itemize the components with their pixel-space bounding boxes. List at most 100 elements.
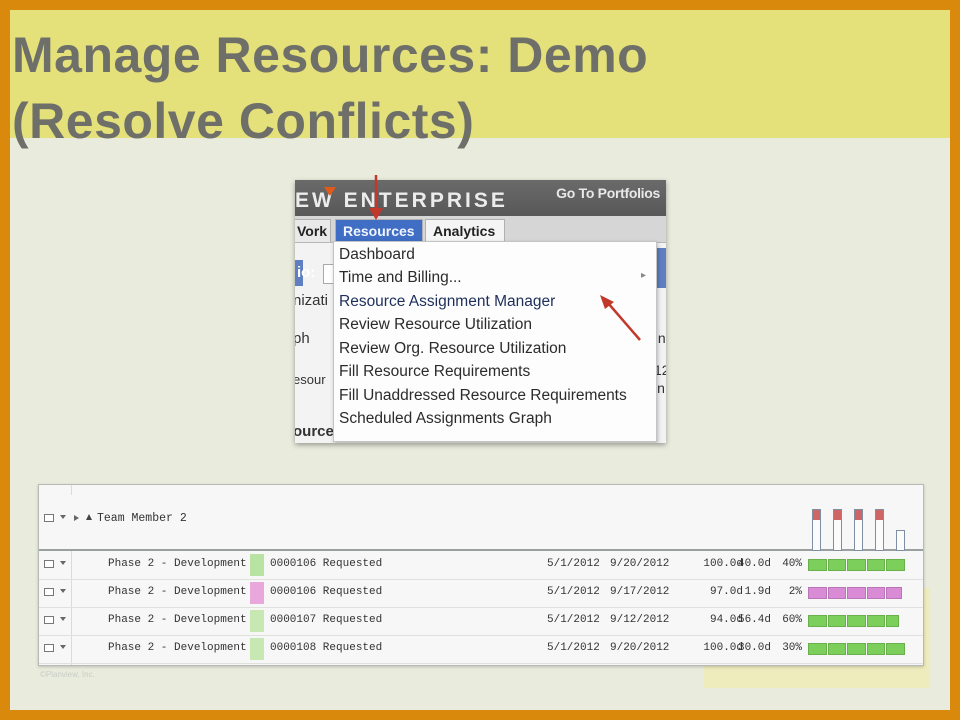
menu-item-time-and-billing[interactable]: Time and Billing... (339, 267, 462, 289)
start-date-cell: 5/1/2012 (547, 558, 600, 570)
row-menu-icon[interactable] (44, 514, 54, 522)
row-dropdown-caret-icon[interactable] (60, 515, 66, 519)
gantt-bar-segment (808, 615, 827, 627)
gantt-bar-segment (866, 587, 886, 599)
gantt-bar-segment (866, 615, 886, 627)
menu-screenshot: EW ENTERPRISE Go To Portfolios Vork Reso… (295, 180, 666, 443)
resource-assignment-table: Team Member 2 Phase 2 - Development 00001… (38, 484, 924, 666)
go-to-portfolios-link[interactable]: Go To Portfolios (556, 185, 660, 201)
percent-complete-cell: 60% (782, 614, 802, 626)
resources-dropdown-menu: Dashboard Time and Billing... ▸ Resource… (333, 241, 657, 442)
finish-date-cell: 9/20/2012 (610, 642, 670, 654)
table-row[interactable]: Phase 2 - Development 0000108 Requested 5/… (39, 635, 923, 664)
gantt-bar (808, 559, 906, 571)
gantt-bar-segment (886, 559, 905, 571)
tab-work[interactable]: Vork (295, 219, 331, 242)
status-color-swatch (250, 554, 264, 576)
table-row[interactable]: Phase 2 - Development 0000106 Requested 5/… (39, 551, 923, 580)
gantt-bar-segment (827, 615, 847, 627)
gantt-bar (808, 643, 906, 655)
menu-item-review-org-resource-utilization[interactable]: Review Org. Resource Utilization (339, 338, 566, 360)
gantt-bar-segment (886, 587, 903, 599)
percent-complete-cell: 2% (788, 586, 802, 598)
phase-cell: Phase 2 - Development (108, 586, 247, 598)
collapse-arrow-icon[interactable] (86, 514, 92, 520)
row-menu-icon[interactable] (44, 644, 54, 652)
gantt-bar-segment (827, 643, 847, 655)
table-row[interactable]: Phase 2 - Development 0000106 Requested 5/… (39, 579, 923, 608)
actual-cell: 30.0d (737, 642, 771, 654)
background-text-fragment: esour (295, 372, 326, 387)
utilization-bar (854, 509, 863, 551)
slide-title-line1: Manage Resources: Demo (12, 27, 649, 83)
row-menu-icon[interactable] (44, 560, 54, 568)
gantt-bar-segment (886, 615, 900, 627)
app-top-bar: EW ENTERPRISE Go To Portfolios (295, 180, 666, 216)
menu-item-scheduled-assignments-graph[interactable]: Scheduled Assignments Graph (339, 408, 552, 430)
gantt-bar-segment (847, 643, 866, 655)
finish-date-cell: 9/17/2012 (610, 586, 670, 598)
copyright-note: ©Planview, Inc. (40, 670, 95, 679)
percent-complete-cell: 30% (782, 642, 802, 654)
row-dropdown-caret-icon[interactable] (60, 617, 66, 621)
actual-cell: 56.4d (737, 614, 771, 626)
actual-cell: 40.0d (737, 558, 771, 570)
menu-item-fill-resource-requirements[interactable]: Fill Resource Requirements (339, 361, 530, 383)
menu-item-fill-unaddressed-requirements[interactable]: Fill Unaddressed Resource Requirements (339, 385, 627, 407)
menu-item-resource-assignment-manager[interactable]: Resource Assignment Manager (339, 291, 555, 313)
slide-title-line2: (Resolve Conflicts) (12, 93, 475, 149)
row-menu-icon[interactable] (44, 616, 54, 624)
gantt-bar-segment (886, 643, 905, 655)
team-member-row[interactable]: Team Member 2 (39, 495, 923, 551)
menu-item-review-resource-utilization[interactable]: Review Resource Utilization (339, 314, 532, 336)
gantt-bar-segment (847, 559, 866, 571)
gantt-bar-segment (808, 559, 827, 571)
gantt-bar-segment (847, 587, 866, 599)
utilization-bar (896, 530, 905, 551)
request-cell: 0000107 Requested (270, 614, 383, 626)
status-color-swatch (250, 610, 264, 632)
over-allocation-marker (813, 510, 820, 520)
over-allocation-marker (834, 510, 841, 520)
request-cell: 0000106 Requested (270, 558, 383, 570)
over-allocation-marker (855, 510, 862, 520)
utilization-bar (833, 509, 842, 551)
expand-arrow-icon[interactable] (74, 515, 79, 521)
phase-cell: Phase 2 - Development (108, 614, 247, 626)
phase-cell: Phase 2 - Development (108, 642, 247, 654)
main-tab-row: Vork Resources Analytics (295, 216, 666, 243)
status-color-swatch (250, 582, 264, 604)
background-text-fragment: ph (295, 330, 310, 347)
slide: Manage Resources: Demo (Resolve Conflict… (10, 10, 950, 710)
finish-date-cell: 9/12/2012 (610, 614, 670, 626)
request-cell: 0000106 Requested (270, 586, 383, 598)
menu-item-dashboard[interactable]: Dashboard (339, 244, 415, 266)
actual-cell: 1.9d (744, 586, 771, 598)
start-date-cell: 5/1/2012 (547, 642, 600, 654)
tab-analytics[interactable]: Analytics (425, 219, 505, 242)
brand-triangle-icon (324, 187, 336, 196)
request-cell: 0000108 Requested (270, 642, 383, 654)
status-color-swatch (250, 638, 264, 660)
row-menu-icon[interactable] (44, 588, 54, 596)
over-allocation-marker (876, 510, 883, 520)
percent-complete-cell: 40% (782, 558, 802, 570)
row-dropdown-caret-icon[interactable] (60, 561, 66, 565)
background-text-fragment: nizati (295, 292, 329, 309)
submenu-chevron-icon: ▸ (640, 270, 646, 281)
gantt-bar-segment (866, 559, 886, 571)
table-row[interactable]: Phase 2 - Development 0000107 Requested 5/… (39, 607, 923, 636)
team-member-name: Team Member 2 (97, 512, 187, 525)
gantt-bar (808, 587, 906, 599)
gantt-bar-segment (808, 643, 827, 655)
gantt-bar-segment (847, 615, 866, 627)
gantt-bar (808, 615, 906, 627)
row-dropdown-caret-icon[interactable] (60, 589, 66, 593)
tab-resources[interactable]: Resources (335, 219, 423, 242)
row-dropdown-caret-icon[interactable] (60, 645, 66, 649)
start-date-cell: 5/1/2012 (547, 586, 600, 598)
background-text-fragment: ource (295, 423, 334, 440)
gantt-bar-segment (866, 643, 886, 655)
utilization-bar (812, 509, 821, 551)
utilization-bar (875, 509, 884, 551)
